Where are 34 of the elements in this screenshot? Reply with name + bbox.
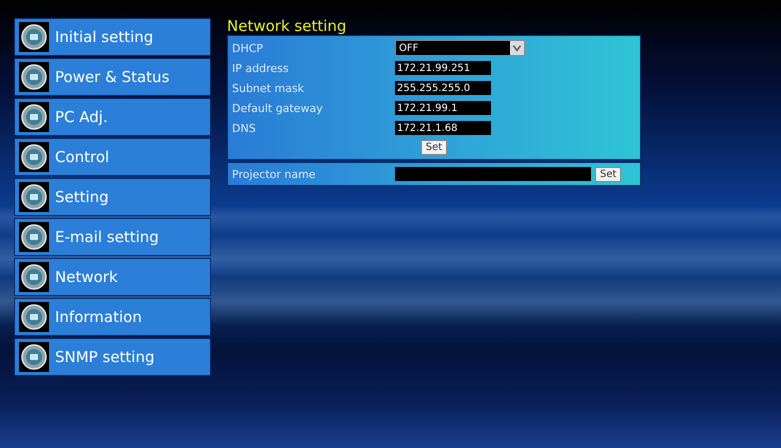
menu-item[interactable]: Setting xyxy=(14,178,211,216)
caret-icon xyxy=(510,41,524,55)
menu-item[interactable]: PC Adj. xyxy=(14,98,211,136)
menu-item[interactable]: Information xyxy=(14,298,211,336)
menu-icon xyxy=(19,182,49,212)
menu-item[interactable]: Control xyxy=(14,138,211,176)
field-label: IP address xyxy=(232,62,290,74)
input-field[interactable]: 255.255.255.0 xyxy=(395,81,491,95)
dhcp-dropdown[interactable]: OFF xyxy=(395,40,525,56)
menu-icon xyxy=(19,142,49,172)
menu-icon xyxy=(19,102,49,132)
panel-title: Network setting xyxy=(227,18,348,34)
set-button[interactable]: Set xyxy=(420,140,448,155)
menu-icon xyxy=(19,342,49,372)
menu-item[interactable]: Initial setting xyxy=(14,18,211,56)
menu-item[interactable]: Network xyxy=(14,258,211,296)
input-field[interactable] xyxy=(395,167,591,181)
menu-item[interactable]: E-mail setting xyxy=(14,218,211,256)
menu-item[interactable]: SNMP setting xyxy=(14,338,211,376)
field-label: DHCP xyxy=(232,42,264,54)
field-label: Default gateway xyxy=(232,102,324,114)
field-label: Subnet mask xyxy=(232,82,306,94)
input-field[interactable]: 172.21.99.251 xyxy=(395,61,491,75)
input-field[interactable]: 172.21.1.68 xyxy=(395,121,491,135)
field-label: Projector name xyxy=(232,168,317,180)
menu-icon xyxy=(19,302,49,332)
menu-icon xyxy=(19,222,49,252)
set-button[interactable]: Set xyxy=(595,166,622,182)
menu-icon xyxy=(19,22,49,52)
input-field[interactable]: 172.21.99.1 xyxy=(395,101,491,115)
menu-icon xyxy=(19,262,49,292)
menu-item[interactable]: Power & Status xyxy=(14,58,211,96)
field-label: DNS xyxy=(232,122,257,134)
menu-icon xyxy=(19,62,49,92)
